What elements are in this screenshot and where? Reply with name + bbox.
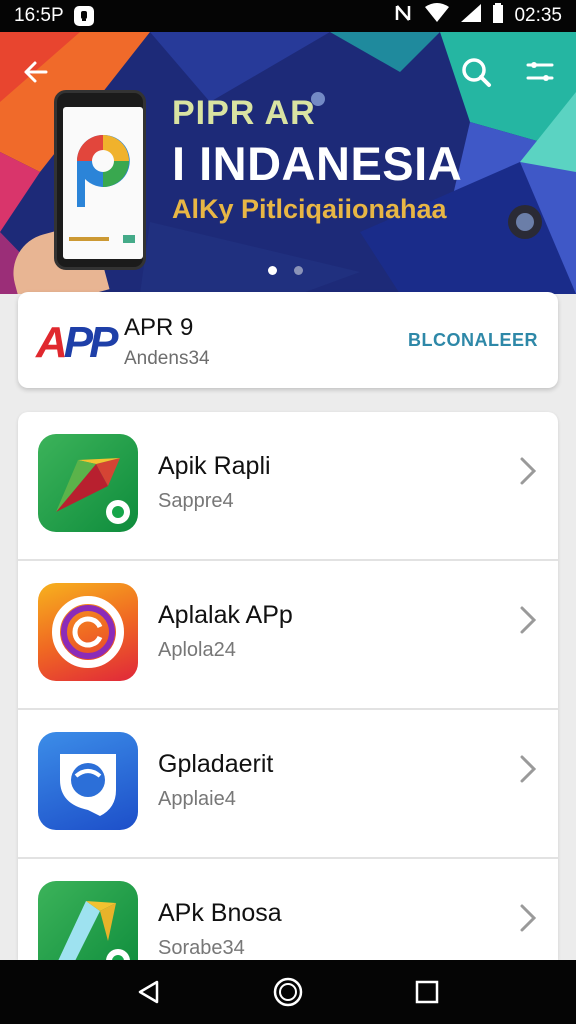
app-name: Gpladaerit [158,750,274,778]
search-button[interactable] [458,54,494,90]
signal-icon [460,3,482,29]
status-right: 02:35 [394,3,562,29]
logo-letter-a: A [36,318,68,367]
chevron-right-icon [520,606,537,634]
nfc-icon [394,3,414,29]
chevron-right-icon [520,904,537,932]
back-triangle-icon [139,980,159,1004]
featured-app-logo-icon: APP [36,318,119,368]
status-time-right: 02:35 [514,5,562,26]
carousel-dot[interactable] [294,266,303,275]
hero-title-line2: I INDANESIA [172,137,463,190]
list-item[interactable]: APk Bnosa Sorabe34 [18,859,558,960]
phone-screen [63,107,143,259]
arrow-app-icon [38,434,138,532]
wifi-icon [424,3,450,29]
ring-app-icon [38,583,138,681]
hero-title-line3: AlKy Pitlciqaiionahaa [172,194,447,224]
map-pin-logo-icon [69,134,135,243]
hero-banner[interactable]: PIPR AR I INDANESIA AlKy Pitlciqaiionaha… [0,32,576,294]
nav-recents-button[interactable] [407,972,447,1012]
chevron-right-icon [520,755,537,783]
nav-home-button[interactable] [268,972,308,1012]
back-arrow-icon [24,61,48,83]
featured-action-button[interactable]: BLCONALEER [408,330,538,351]
status-bar: 16:5P 02:35 [0,0,576,32]
app-name: Apik Rapli [158,452,271,480]
battery-icon [492,3,504,29]
app-subtitle: Aplola24 [158,639,236,661]
list-item[interactable]: Gpladaerit Applaie4 [18,710,558,859]
app-list: Apik Rapli Sappre4 Aplalak APp Aplola24 … [18,412,558,960]
featured-app-subtitle: Andens34 [124,348,210,369]
app-subtitle: Sappre4 [158,490,234,512]
filter-icon [526,62,554,81]
app-name: Aplalak APp [158,601,293,629]
featured-app-card[interactable]: APP APR 9 Andens34 BLCONALEER [18,292,558,388]
app-subtitle: Applaie4 [158,788,236,810]
shield-chat-app-icon [38,732,138,830]
app-name: APk Bnosa [158,899,282,927]
home-circle-icon [273,977,303,1007]
status-left: 16:5P [14,5,94,27]
notification-icon [73,6,94,26]
logo-letters-pp: PP [63,318,119,367]
search-icon [462,58,491,87]
system-nav-bar [0,960,576,1024]
pen-app-icon [38,881,138,960]
nav-back-button[interactable] [129,972,169,1012]
list-item[interactable]: Apik Rapli Sappre4 [18,412,558,561]
carousel-dot-active[interactable] [268,266,277,275]
phone-image [54,90,146,270]
status-time-left: 16:5P [14,5,64,26]
hero-title-line1: PIPR AR [172,94,316,132]
chevron-right-icon [520,457,537,485]
back-button[interactable] [18,54,54,90]
filter-button[interactable] [522,54,558,90]
featured-app-title: APR 9 [124,314,194,341]
recents-square-icon [415,980,438,1004]
app-subtitle: Sorabe34 [158,937,245,959]
list-item[interactable]: Aplalak APp Aplola24 [18,561,558,710]
